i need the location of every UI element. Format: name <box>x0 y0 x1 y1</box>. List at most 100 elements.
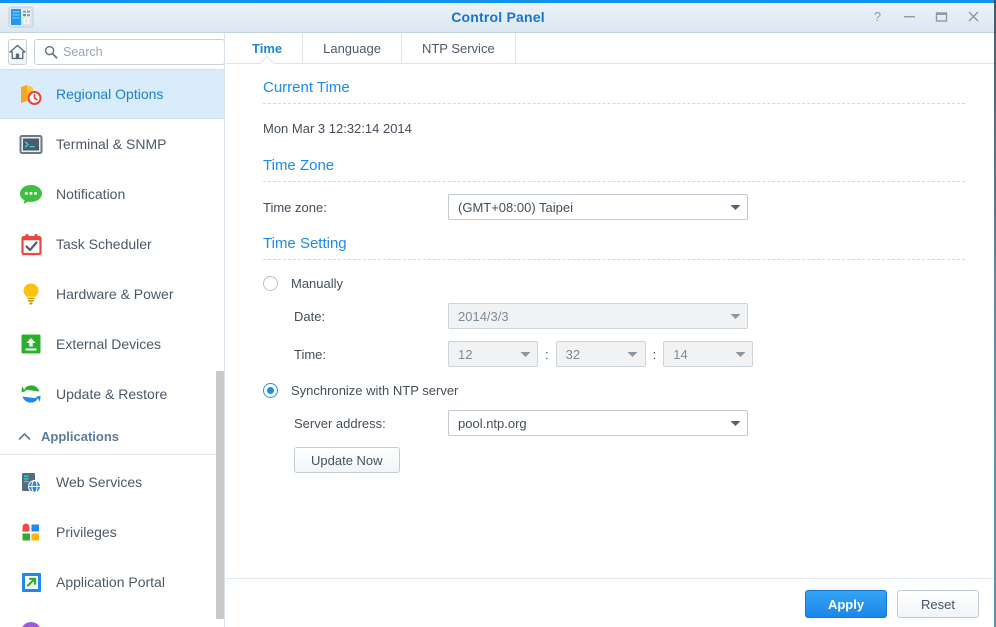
sidebar-list: Regional Options Terminal & SNMP Notific… <box>0 69 224 627</box>
content-area: Time Language NTP Service Current Time M… <box>226 33 995 627</box>
sidebar-toolbar <box>0 33 224 69</box>
sidebar-group-applications[interactable]: Applications <box>0 419 224 455</box>
chevron-down-icon <box>723 313 747 320</box>
chevron-down-icon <box>723 204 747 211</box>
footer-bar: Apply Reset <box>226 578 995 627</box>
home-button[interactable] <box>8 39 27 65</box>
maximize-button[interactable] <box>926 4 956 29</box>
privileges-icon <box>18 519 44 545</box>
close-button[interactable] <box>958 4 988 29</box>
server-address-select[interactable]: pool.ntp.org <box>448 410 748 436</box>
time-row: Time: 12 : 32 : 14 <box>226 341 983 367</box>
update-now-row: Update Now <box>226 447 983 473</box>
tab-ntp-service[interactable]: NTP Service <box>402 33 516 63</box>
application-portal-icon <box>18 569 44 595</box>
sidebar-scrollbar-thumb[interactable] <box>216 371 224 619</box>
time-separator: : <box>545 346 549 362</box>
chevron-down-icon <box>723 420 747 427</box>
tab-time[interactable]: Time <box>232 33 304 63</box>
second-select[interactable]: 14 <box>663 341 754 367</box>
external-devices-icon <box>18 331 44 357</box>
sidebar: Regional Options Terminal & SNMP <box>0 33 225 627</box>
sidebar-item-label: Notification <box>56 186 126 202</box>
date-value: 2014/3/3 <box>458 308 509 324</box>
task-scheduler-icon <box>18 231 44 257</box>
sidebar-item-label: Update & Restore <box>56 386 168 402</box>
time-zone-select[interactable]: (GMT+08:00) Taipei <box>448 194 748 220</box>
window-title: Control Panel <box>451 9 545 25</box>
section-divider <box>263 181 965 182</box>
sidebar-item-hardware-power[interactable]: Hardware & Power <box>0 269 224 319</box>
sidebar-group-label: Applications <box>41 429 120 444</box>
server-address-row: Server address: pool.ntp.org <box>226 410 983 436</box>
sidebar-item-label: Task Scheduler <box>56 236 152 252</box>
sidebar-item-label: Web Services <box>56 474 143 490</box>
svg-text:?: ? <box>873 10 880 24</box>
hardware-power-icon <box>18 281 44 307</box>
search-input[interactable] <box>63 41 224 63</box>
minimize-button[interactable] <box>894 4 924 29</box>
update-now-button[interactable]: Update Now <box>294 447 400 473</box>
section-heading-current-time: Current Time <box>263 79 350 96</box>
sidebar-item-external-devices[interactable]: External Devices <box>0 319 224 369</box>
date-select[interactable]: 2014/3/3 <box>448 303 748 329</box>
section-heading-time-setting: Time Setting <box>263 235 347 252</box>
server-address-label: Server address: <box>294 415 386 431</box>
manual-radio[interactable] <box>263 276 278 291</box>
terminal-snmp-icon <box>18 131 44 157</box>
reset-button[interactable]: Reset <box>897 590 979 618</box>
sidebar-item-task-scheduler[interactable]: Task Scheduler <box>0 219 224 269</box>
time-label: Time: <box>294 346 327 362</box>
sidebar-item-web-services[interactable]: Web Services <box>0 457 224 507</box>
time-separator: : <box>652 346 657 362</box>
tab-label: Time <box>252 40 283 56</box>
apply-button[interactable]: Apply <box>805 590 887 618</box>
sidebar-item-label: External Devices <box>56 336 162 352</box>
title-bar-accent-strip <box>0 0 996 3</box>
manual-radio-label[interactable]: Manually <box>291 276 343 291</box>
sidebar-item-label: Application Portal <box>56 574 165 590</box>
sidebar-item-label: Privileges <box>56 524 117 540</box>
tab-bar: Time Language NTP Service <box>226 33 995 64</box>
chevron-up-icon <box>18 432 31 441</box>
ntp-radio-label[interactable]: Synchronize with NTP server <box>291 383 458 398</box>
search-box[interactable] <box>34 39 224 65</box>
help-button[interactable]: ? <box>862 4 892 29</box>
section-heading-time-zone: Time Zone <box>263 157 335 174</box>
second-value: 14 <box>673 346 688 362</box>
server-address-value: pool.ntp.org <box>458 415 527 431</box>
sidebar-item-label: Regional Options <box>56 86 164 102</box>
search-icon <box>44 45 58 59</box>
control-panel-window: Control Panel ? Search Regional Options … <box>0 0 996 627</box>
sidebar-item-update-restore[interactable]: Update & Restore <box>0 369 224 419</box>
sidebar-item-media-library[interactable]: Media Library <box>0 607 224 627</box>
regional-options-icon <box>18 81 44 107</box>
current-time-value: Mon Mar 3 12:32:14 2014 <box>263 121 412 136</box>
time-zone-row: Time zone: (GMT+08:00) Taipei <box>226 194 983 220</box>
section-divider <box>263 259 965 260</box>
media-library-icon <box>18 619 44 627</box>
tab-label: Language <box>323 40 381 56</box>
hour-select[interactable]: 12 <box>448 341 538 367</box>
time-zone-value: (GMT+08:00) Taipei <box>458 199 574 215</box>
ntp-option-row: Synchronize with NTP server <box>226 383 983 398</box>
time-settings-panel: Current Time Mon Mar 3 12:32:14 2014 Tim… <box>226 64 995 578</box>
minute-select[interactable]: 32 <box>555 341 646 367</box>
chevron-down-icon <box>513 351 537 358</box>
web-services-icon <box>18 469 44 495</box>
sidebar-item-regional-options[interactable]: Regional Options <box>0 69 224 119</box>
date-label: Date: <box>294 308 326 324</box>
ntp-radio[interactable] <box>263 383 278 398</box>
chevron-down-icon <box>621 351 645 358</box>
sidebar-item-application-portal[interactable]: Application Portal <box>0 557 224 607</box>
sidebar-item-notification[interactable]: Notification <box>0 169 224 219</box>
home-icon <box>9 44 26 60</box>
sidebar-item-privileges[interactable]: Privileges <box>0 507 224 557</box>
window-controls: ? <box>862 4 988 29</box>
sidebar-item-label: Terminal & SNMP <box>56 136 167 152</box>
update-restore-icon <box>18 381 44 407</box>
notification-icon <box>18 181 44 207</box>
sidebar-item-terminal-snmp[interactable]: Terminal & SNMP <box>0 119 224 169</box>
tab-language[interactable]: Language <box>303 33 402 63</box>
time-zone-label: Time zone: <box>263 199 327 215</box>
